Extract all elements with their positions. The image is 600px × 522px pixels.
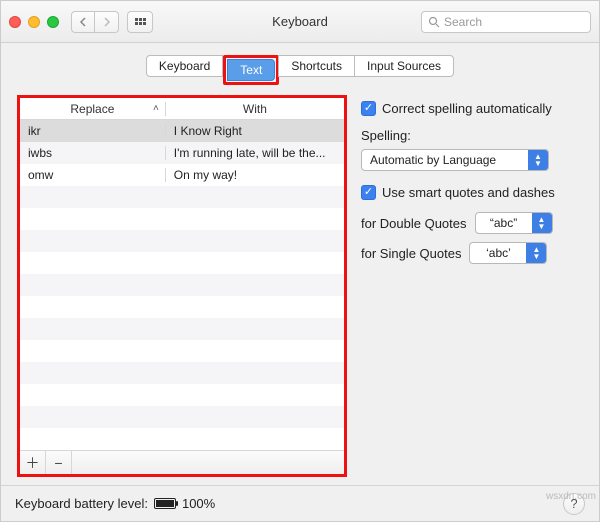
double-quotes-row: for Double Quotes “abc” ▲▼ (361, 212, 583, 234)
column-header-replace[interactable]: Replace ˄ (20, 102, 166, 116)
zoom-button[interactable] (47, 16, 59, 28)
table-footer: ＋ − (20, 450, 344, 474)
column-header-replace-label: Replace (70, 102, 114, 116)
nav-buttons (71, 11, 119, 33)
table-row (20, 186, 344, 208)
battery-label: Keyboard battery level: (15, 496, 148, 511)
column-header-with[interactable]: With (166, 102, 344, 116)
table-body: ikrI Know RightiwbsI'm running late, wil… (20, 120, 344, 450)
table-row (20, 406, 344, 428)
table-row (20, 384, 344, 406)
correct-spelling-checkbox[interactable]: ✓ (361, 101, 376, 116)
table-row (20, 340, 344, 362)
cell-with[interactable]: I'm running late, will be the... (166, 146, 344, 160)
table-row (20, 252, 344, 274)
table-row[interactable]: ikrI Know Right (20, 120, 344, 142)
tab-segmented-control: Keyboard Text Shortcuts Input Sources (146, 55, 454, 85)
tab-keyboard[interactable]: Keyboard (146, 55, 223, 77)
spelling-select-value: Automatic by Language (362, 153, 528, 167)
cell-with[interactable]: On my way! (166, 168, 344, 182)
replacements-table: Replace ˄ With ikrI Know RightiwbsI'm ru… (17, 95, 347, 477)
search-input[interactable] (444, 15, 584, 29)
table-row[interactable]: iwbsI'm running late, will be the... (20, 142, 344, 164)
forward-button[interactable] (95, 11, 119, 33)
table-row (20, 318, 344, 340)
status-bar: Keyboard battery level: 100% ? (1, 485, 599, 521)
back-button[interactable] (71, 11, 95, 33)
table-row (20, 362, 344, 384)
table-row (20, 274, 344, 296)
search-icon (428, 16, 440, 28)
smart-quotes-checkbox[interactable]: ✓ (361, 185, 376, 200)
window-controls (9, 16, 59, 28)
battery-percent: 100% (182, 496, 215, 511)
battery-icon (154, 498, 176, 509)
cell-replace[interactable]: iwbs (20, 146, 166, 160)
cell-replace[interactable]: omw (20, 168, 166, 182)
cell-with[interactable]: I Know Right (166, 124, 344, 138)
table-row (20, 208, 344, 230)
table-row[interactable]: omwOn my way! (20, 164, 344, 186)
single-quotes-row: for Single Quotes ‘abc’ ▲▼ (361, 242, 583, 264)
double-quotes-value: “abc” (476, 216, 532, 230)
single-quotes-label: for Single Quotes (361, 246, 461, 261)
tab-input-sources[interactable]: Input Sources (354, 55, 454, 77)
content-area: Replace ˄ With ikrI Know RightiwbsI'm ru… (1, 95, 599, 485)
table-row (20, 230, 344, 252)
dropdown-arrows-icon: ▲▼ (526, 243, 546, 263)
help-button[interactable]: ? (563, 493, 585, 515)
dropdown-arrows-icon: ▲▼ (528, 150, 548, 170)
double-quotes-label: for Double Quotes (361, 216, 467, 231)
single-quotes-select[interactable]: ‘abc’ ▲▼ (469, 242, 547, 264)
close-button[interactable] (9, 16, 21, 28)
table-row (20, 296, 344, 318)
show-all-button[interactable] (127, 11, 153, 33)
preferences-window: Keyboard Keyboard Text Shortcuts Input S… (0, 0, 600, 522)
double-quotes-select[interactable]: “abc” ▲▼ (475, 212, 553, 234)
single-quotes-value: ‘abc’ (470, 246, 526, 260)
correct-spelling-label: Correct spelling automatically (382, 101, 552, 116)
column-header-with-label: With (243, 102, 267, 116)
dropdown-arrows-icon: ▲▼ (532, 213, 552, 233)
correct-spelling-row[interactable]: ✓ Correct spelling automatically (361, 101, 583, 116)
remove-row-button[interactable]: − (46, 451, 72, 474)
options-panel: ✓ Correct spelling automatically Spellin… (361, 95, 583, 477)
grid-icon (135, 18, 146, 25)
tab-text[interactable]: Text (227, 59, 275, 81)
table-row (20, 428, 344, 450)
spelling-heading: Spelling: (361, 128, 583, 143)
titlebar: Keyboard (1, 1, 599, 43)
minimize-button[interactable] (28, 16, 40, 28)
smart-quotes-row[interactable]: ✓ Use smart quotes and dashes (361, 185, 583, 200)
cell-replace[interactable]: ikr (20, 124, 166, 138)
sort-ascending-icon: ˄ (153, 103, 159, 114)
tabs-row: Keyboard Text Shortcuts Input Sources (1, 43, 599, 95)
add-row-button[interactable]: ＋ (20, 451, 46, 474)
tab-highlight: Text (223, 55, 279, 85)
smart-quotes-label: Use smart quotes and dashes (382, 185, 555, 200)
search-field-wrap[interactable] (421, 11, 591, 33)
table-header: Replace ˄ With (20, 98, 344, 120)
spelling-select[interactable]: Automatic by Language ▲▼ (361, 149, 549, 171)
tab-shortcuts[interactable]: Shortcuts (278, 55, 355, 77)
